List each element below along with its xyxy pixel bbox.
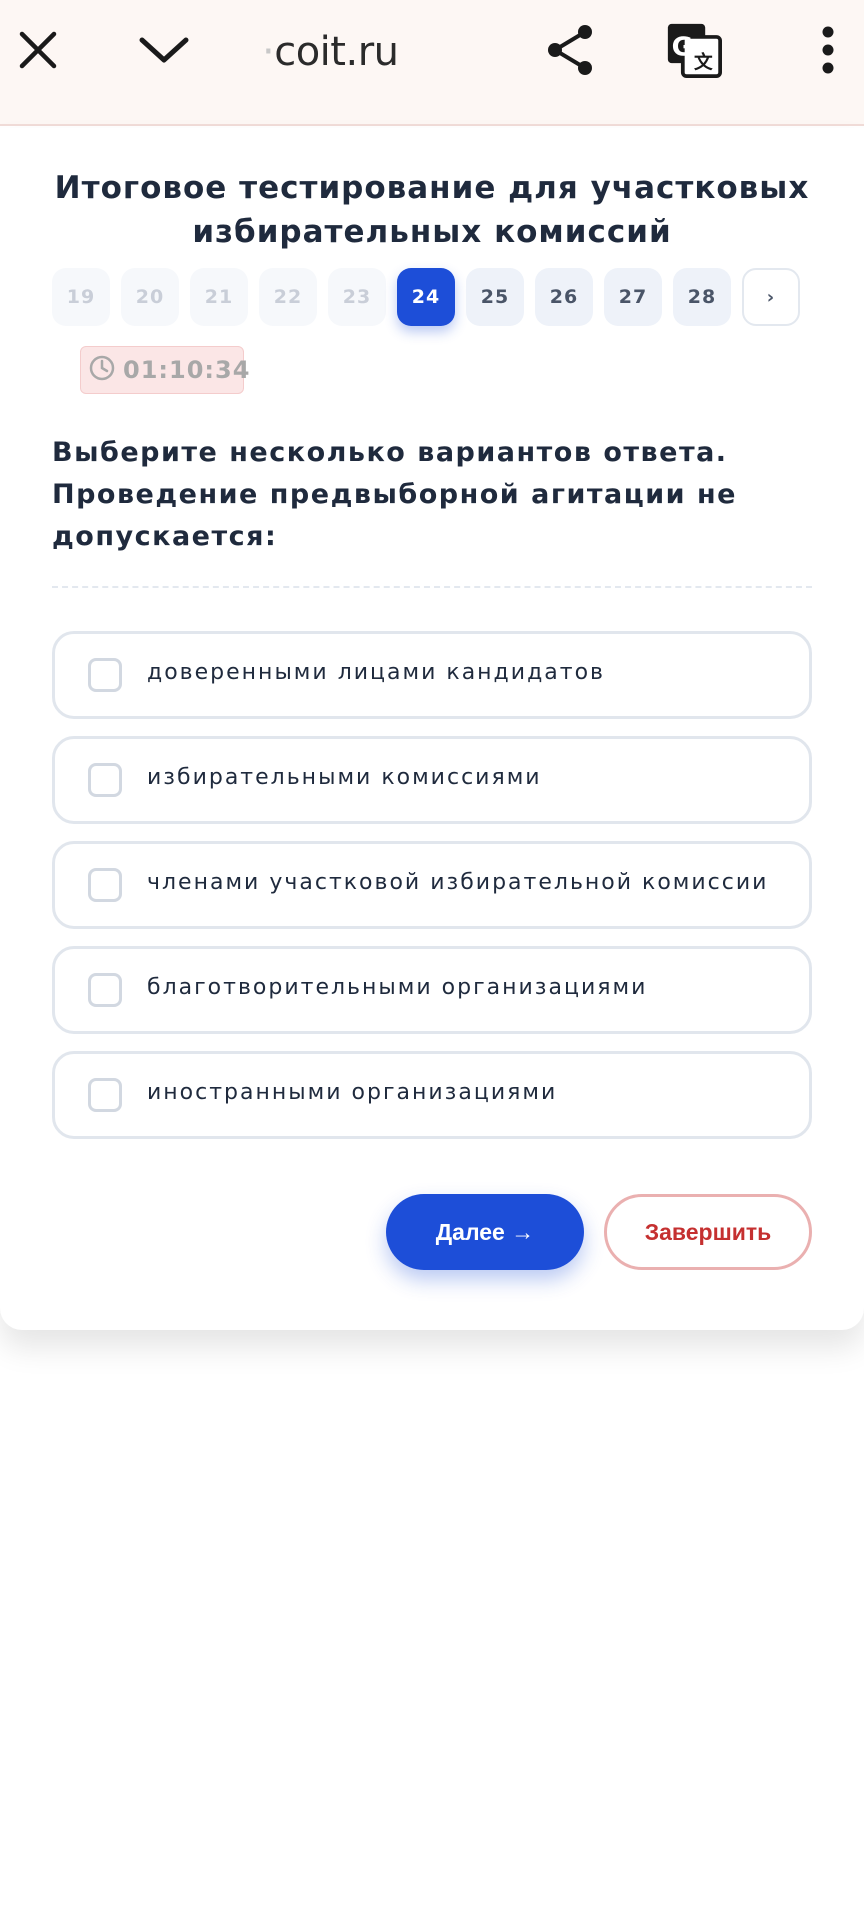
answer-option[interactable]: избирательными комиссиями [52,736,812,824]
checkbox[interactable] [88,868,122,902]
svg-text:文: 文 [694,52,713,74]
next-page-button[interactable]: › [742,268,800,326]
page-button[interactable]: 28 [673,268,731,326]
page-button[interactable]: 25 [466,268,524,326]
clock-icon [87,353,117,383]
test-card: Итоговое тестирование для участковых изб… [0,128,864,1330]
answer-option-label: членами участковой избирательной комисси… [147,870,769,895]
answer-option-label: иностранными организациями [147,1080,558,1105]
page-button[interactable]: 20 [121,268,179,326]
share-icon[interactable] [542,22,598,78]
page-button[interactable]: 23 [328,268,386,326]
timer-badge: 01:10:34 [80,346,249,394]
checkbox[interactable] [88,973,122,1007]
url-bar[interactable]: · coit.ru [262,24,399,80]
finish-button[interactable]: Завершить [604,1194,812,1270]
url-faded-prefix: · [262,29,275,75]
checkbox[interactable] [88,763,122,797]
page-button[interactable]: 22 [259,268,317,326]
next-button[interactable]: Далее → [386,1194,584,1270]
divider [52,586,812,588]
more-vert-icon[interactable] [800,22,856,78]
answer-option-label: доверенными лицами кандидатов [147,660,605,685]
translate-icon[interactable]: G 文 [666,22,722,78]
checkbox[interactable] [88,658,122,692]
page-button[interactable]: 26 [535,268,593,326]
url-text: coit.ru [274,29,399,75]
page-button[interactable]: 19 [52,268,110,326]
answer-option-label: избирательными комиссиями [147,765,542,790]
browser-toolbar: · coit.ru G 文 [0,0,864,126]
page-button-current[interactable]: 24 [397,268,455,326]
chevron-down-icon[interactable] [136,22,192,78]
page-button[interactable]: 27 [604,268,662,326]
answer-option[interactable]: благотворительными организациями [52,946,812,1034]
checkbox[interactable] [88,1078,122,1112]
answer-option-label: благотворительными организациями [147,975,648,1000]
answer-option[interactable]: доверенными лицами кандидатов [52,631,812,719]
page-button[interactable]: 21 [190,268,248,326]
close-icon[interactable] [10,22,66,78]
page-title: Итоговое тестирование для участковых изб… [54,170,810,250]
answer-option[interactable]: иностранными организациями [52,1051,812,1139]
question-text: Выберите несколько вариантов ответа. Про… [52,437,737,552]
timer-text: 01:10:34 [123,356,251,384]
svg-text:G: G [672,33,693,63]
answer-option[interactable]: членами участковой избирательной комисси… [52,841,812,929]
